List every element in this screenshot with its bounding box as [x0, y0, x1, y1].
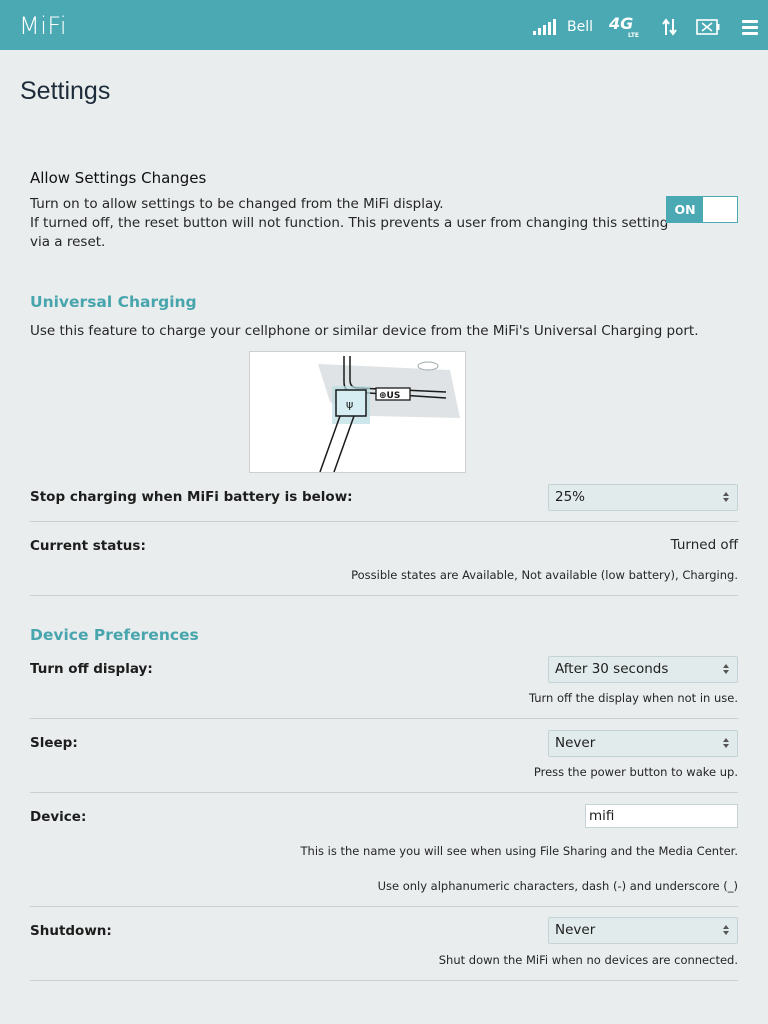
select-caret-icon — [723, 492, 729, 502]
turn-off-display-label: Turn off display: — [30, 661, 153, 677]
allow-changes-line-3: via a reset. — [30, 234, 106, 250]
shutdown-label: Shutdown: — [30, 923, 112, 939]
divider — [30, 980, 738, 981]
universal-charging-heading: Universal Charging — [30, 293, 197, 311]
turn-off-display-hint: Turn off the display when not in use. — [528, 691, 738, 705]
device-name-label: Device: — [30, 809, 87, 825]
network-subtype: LTE — [628, 32, 640, 39]
device-name-input[interactable] — [585, 804, 738, 828]
select-caret-icon — [723, 664, 729, 674]
divider — [30, 792, 738, 793]
shutdown-hint: Shut down the MiFi when no devices are c… — [438, 953, 738, 967]
carrier-name: Bell — [567, 19, 593, 35]
select-caret-icon — [723, 925, 729, 935]
stop-charging-label: Stop charging when MiFi battery is below… — [30, 489, 353, 505]
mifi-logo: MiFi — [19, 12, 68, 40]
allow-changes-toggle[interactable]: ON — [666, 196, 738, 223]
battery-empty-icon — [696, 19, 720, 35]
sleep-select[interactable]: Never — [548, 730, 738, 757]
device-name-rule-hint: Use only alphanumeric characters, dash (… — [377, 879, 738, 893]
svg-text:ψ: ψ — [346, 398, 353, 411]
stop-charging-select[interactable]: 25% — [548, 484, 738, 511]
usb-charging-illustration: ⊕US ψ — [249, 351, 466, 473]
shutdown-value: Never — [555, 922, 596, 938]
toggle-on-label: ON — [667, 197, 703, 222]
sleep-value: Never — [555, 735, 596, 751]
network-type: 4G — [609, 14, 634, 33]
allow-changes-heading: Allow Settings Changes — [30, 169, 207, 187]
turn-off-display-select[interactable]: After 30 seconds — [548, 656, 738, 683]
shutdown-select[interactable]: Never — [548, 917, 738, 944]
device-name-hint: This is the name you will see when using… — [300, 844, 738, 858]
allow-changes-line-2: If turned off, the reset button will not… — [30, 215, 669, 231]
select-caret-icon — [723, 738, 729, 748]
sleep-hint: Press the power button to wake up. — [533, 765, 738, 779]
universal-charging-description: Use this feature to charge your cellphon… — [30, 323, 699, 339]
hamburger-menu-icon[interactable] — [742, 20, 758, 35]
divider — [30, 595, 738, 596]
data-transfer-icon — [662, 18, 677, 36]
current-status-label: Current status: — [30, 538, 146, 554]
divider — [30, 718, 738, 719]
turn-off-display-value: After 30 seconds — [555, 661, 669, 677]
allow-changes-line-1: Turn on to allow settings to be changed … — [30, 196, 444, 212]
sleep-label: Sleep: — [30, 735, 78, 751]
svg-text:⊕US: ⊕US — [379, 391, 400, 401]
current-status-hint: Possible states are Available, Not avail… — [351, 568, 738, 582]
signal-bars-icon — [533, 19, 556, 35]
page-title: Settings — [20, 77, 111, 105]
stop-charging-value: 25% — [555, 489, 586, 505]
usb-port-drawing: ⊕US ψ — [318, 356, 460, 473]
divider — [30, 521, 738, 522]
device-preferences-heading: Device Preferences — [30, 626, 199, 644]
current-status-value: Turned off — [670, 537, 738, 553]
top-bar: MiFi Bell 4G LTE — [0, 0, 768, 50]
divider — [30, 906, 738, 907]
